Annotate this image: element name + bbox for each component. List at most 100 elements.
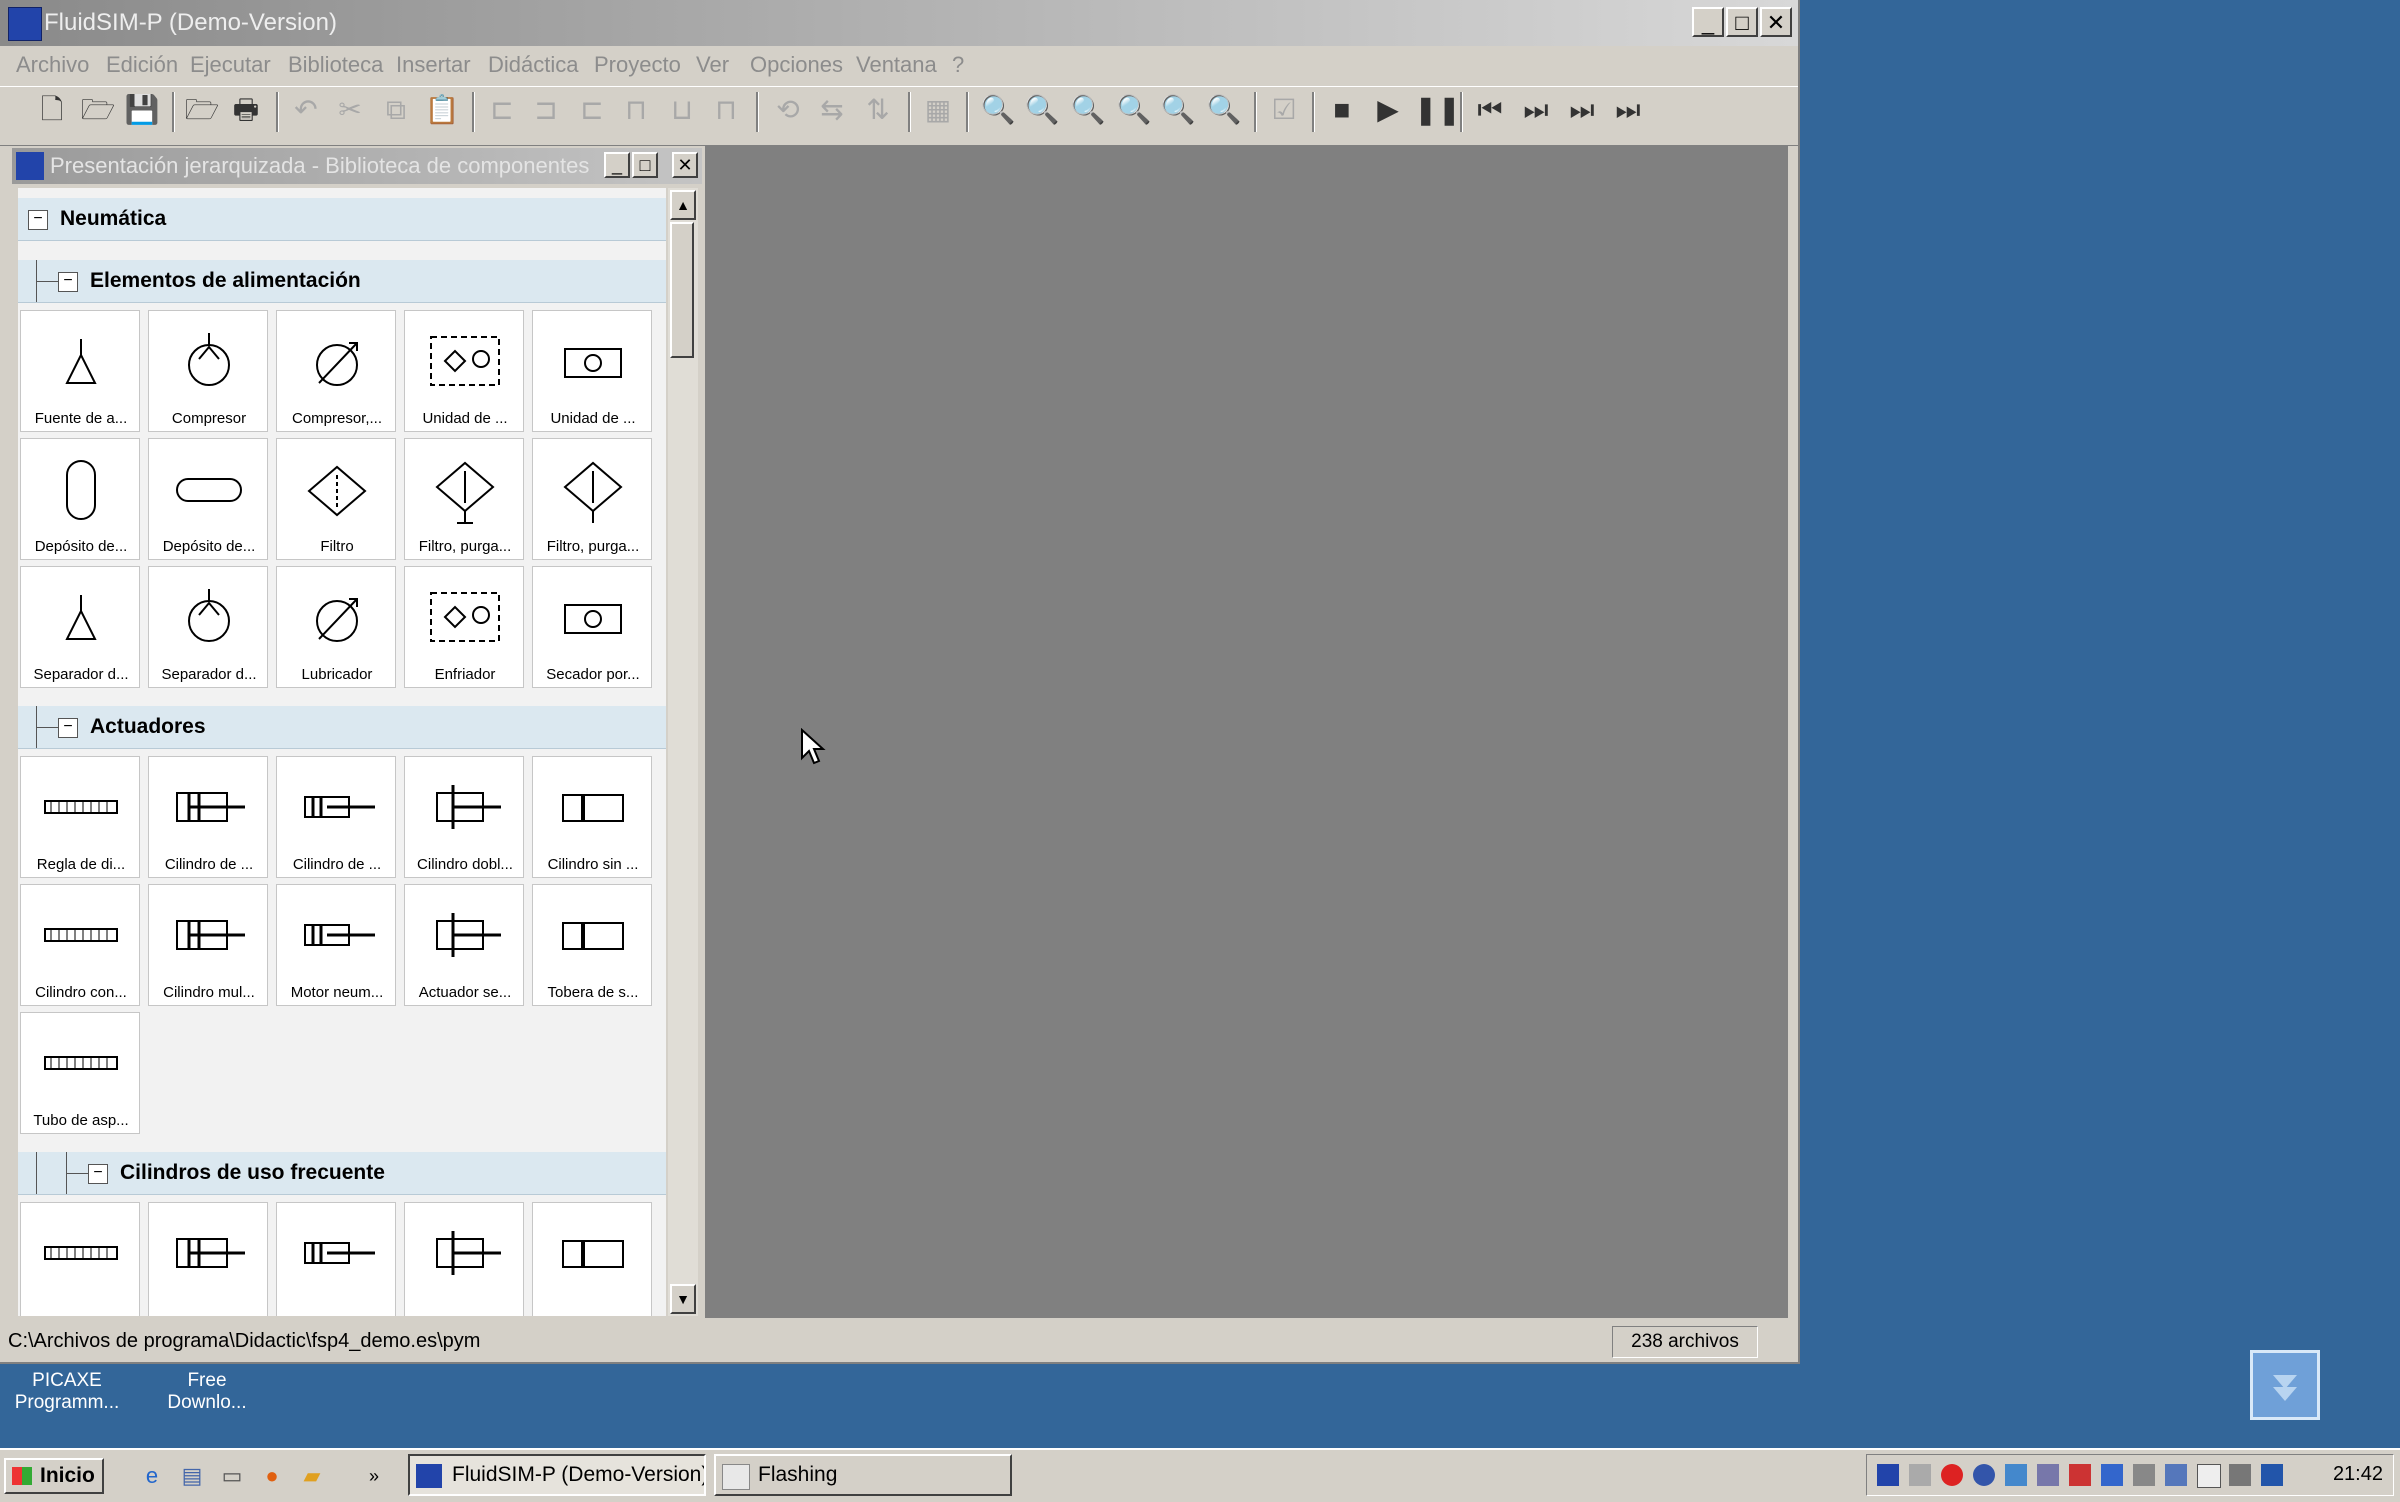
component-tile[interactable]: Unidad de ... — [532, 310, 652, 432]
tray-icon[interactable] — [1877, 1464, 1899, 1486]
component-tile[interactable]: Unidad de ... — [404, 310, 524, 432]
library-window-icon[interactable] — [16, 152, 44, 180]
menu-proyecto[interactable]: Proyecto — [594, 52, 681, 78]
component-tile[interactable]: Filtro — [276, 438, 396, 560]
minimize-button[interactable]: _ — [1692, 7, 1724, 37]
reset-icon[interactable]: ⏮ — [1472, 92, 1508, 128]
category-elementos-alimentacion[interactable]: − Elementos de alimentación — [18, 260, 666, 303]
menu-insertar[interactable]: Insertar — [396, 52, 471, 78]
collapse-icon[interactable]: − — [88, 1164, 108, 1184]
maximize-button[interactable]: □ — [1726, 7, 1758, 37]
desktop-download-button[interactable] — [2250, 1350, 2320, 1420]
component-tile[interactable]: Actuador se... — [404, 884, 524, 1006]
tray-icon[interactable] — [2069, 1464, 2091, 1486]
tray-icon[interactable] — [2197, 1464, 2221, 1488]
component-tile[interactable]: Cilindro dobl... — [404, 756, 524, 878]
collapse-icon[interactable]: − — [58, 272, 78, 292]
component-tile[interactable] — [20, 1202, 140, 1316]
tray-icon[interactable] — [2133, 1464, 2155, 1486]
component-tile[interactable]: Separador d... — [148, 566, 268, 688]
component-tile[interactable]: Cilindro mul... — [148, 884, 268, 1006]
cut-icon[interactable]: ✂ — [332, 92, 368, 128]
tray-icon[interactable] — [2229, 1464, 2251, 1486]
component-tile[interactable]: Filtro, purga... — [532, 438, 652, 560]
component-tile[interactable] — [532, 1202, 652, 1316]
component-tile[interactable]: Compresor,... — [276, 310, 396, 432]
mirror-horizontal-icon[interactable]: ⇆ — [814, 92, 850, 128]
undo-icon[interactable]: ↶ — [288, 92, 324, 128]
component-tile[interactable]: Lubricador — [276, 566, 396, 688]
tray-icon[interactable] — [2101, 1464, 2123, 1486]
library-maximize-button[interactable]: □ — [632, 152, 658, 178]
collapse-icon[interactable]: − — [58, 718, 78, 738]
scroll-thumb[interactable] — [670, 222, 694, 358]
save-icon[interactable]: 💾 — [124, 92, 160, 128]
rotate-icon[interactable]: ⟲ — [770, 92, 806, 128]
menu-edicion[interactable]: Edición — [106, 52, 178, 78]
menu-ver[interactable]: Ver — [696, 52, 729, 78]
component-tile[interactable]: Cilindro de ... — [148, 756, 268, 878]
component-tile[interactable] — [276, 1202, 396, 1316]
component-tile[interactable]: Depósito de... — [148, 438, 268, 560]
component-tile[interactable] — [404, 1202, 524, 1316]
menu-ejecutar[interactable]: Ejecutar — [190, 52, 271, 78]
menu-archivo[interactable]: Archivo — [16, 52, 89, 78]
zoom-in-icon[interactable]: 🔍 — [1160, 92, 1196, 128]
task-fluidsim[interactable]: FluidSIM-P (Demo-Version) — [408, 1454, 706, 1496]
fluidsim-app-icon[interactable] — [8, 7, 42, 41]
component-tile[interactable] — [148, 1202, 268, 1316]
menu-didactica[interactable]: Didáctica — [488, 52, 578, 78]
single-step-icon[interactable]: ⏭ — [1518, 92, 1554, 128]
new-file-icon[interactable]: 🗋 — [34, 92, 70, 128]
title-bar[interactable]: FluidSIM-P (Demo-Version) _ □ ✕ — [0, 0, 1798, 46]
folder-icon[interactable]: ▰ — [298, 1462, 326, 1490]
component-tile[interactable]: Fuente de a... — [20, 310, 140, 432]
tray-icon[interactable] — [1909, 1464, 1931, 1486]
category-neumatica[interactable]: − Neumática — [18, 198, 666, 241]
quicklaunch-app-icon[interactable]: ▭ — [218, 1462, 246, 1490]
tray-icon[interactable] — [2037, 1464, 2059, 1486]
align-right-icon[interactable]: ⊏ — [574, 92, 610, 128]
quicklaunch-more-icon[interactable]: » — [360, 1462, 388, 1490]
play-icon[interactable]: ▶ — [1370, 92, 1406, 128]
component-tile[interactable]: Secador por... — [532, 566, 652, 688]
menu-opciones[interactable]: Opciones — [750, 52, 843, 78]
component-tile[interactable]: Cilindro de ... — [276, 756, 396, 878]
grid-icon[interactable]: ▦ — [920, 92, 956, 128]
desktop-icon-picaxe[interactable]: PICAXE Programm... — [2, 1370, 132, 1414]
zoom-out-icon[interactable]: 🔍 — [1206, 92, 1242, 128]
align-top-icon[interactable]: ⊓ — [618, 92, 654, 128]
open-folder-icon[interactable]: 🗁 — [80, 92, 116, 128]
library-title-bar[interactable]: Presentación jerarquizada - Biblioteca d… — [12, 148, 702, 184]
component-tile[interactable]: Cilindro sin ... — [532, 756, 652, 878]
step-to-icon[interactable]: ⏭ — [1564, 92, 1600, 128]
pause-icon[interactable]: ❚❚ — [1414, 92, 1461, 128]
library-close-button[interactable]: ✕ — [672, 152, 698, 178]
copy-icon[interactable]: ⧉ — [378, 92, 414, 128]
library-minimize-button[interactable]: _ — [604, 152, 630, 178]
close-button[interactable]: ✕ — [1760, 7, 1792, 37]
paste-icon[interactable]: 📋 — [424, 92, 460, 128]
check-drawing-icon[interactable]: ☑ — [1266, 92, 1302, 128]
open-library-icon[interactable]: 🗁 — [184, 92, 220, 128]
component-tile[interactable]: Regla de di... — [20, 756, 140, 878]
component-tile[interactable]: Cilindro con... — [20, 884, 140, 1006]
mirror-vertical-icon[interactable]: ⇅ — [860, 92, 896, 128]
component-tile[interactable]: Motor neum... — [276, 884, 396, 1006]
component-tile[interactable]: Tobera de s... — [532, 884, 652, 1006]
menu-biblioteca[interactable]: Biblioteca — [288, 52, 383, 78]
category-actuadores[interactable]: − Actuadores — [18, 706, 666, 749]
category-cilindros-uso-frecuente[interactable]: − Cilindros de uso frecuente — [18, 1152, 666, 1195]
zoom-fit-icon[interactable]: 🔍 — [980, 92, 1016, 128]
menu-help[interactable]: ? — [952, 52, 964, 78]
align-left-icon[interactable]: ⊏ — [484, 92, 520, 128]
zoom-all-icon[interactable]: 🔍 — [1116, 92, 1152, 128]
align-middle-icon[interactable]: ⊔ — [664, 92, 700, 128]
collapse-icon[interactable]: − — [28, 210, 48, 230]
tray-icon[interactable] — [2261, 1464, 2283, 1486]
scroll-up-arrow-icon[interactable]: ▲ — [670, 190, 696, 220]
internet-explorer-icon[interactable]: e — [138, 1462, 166, 1490]
tray-icon[interactable] — [1973, 1464, 1995, 1486]
scroll-down-arrow-icon[interactable]: ▼ — [670, 1284, 696, 1314]
drawing-workspace[interactable] — [705, 146, 1788, 1318]
